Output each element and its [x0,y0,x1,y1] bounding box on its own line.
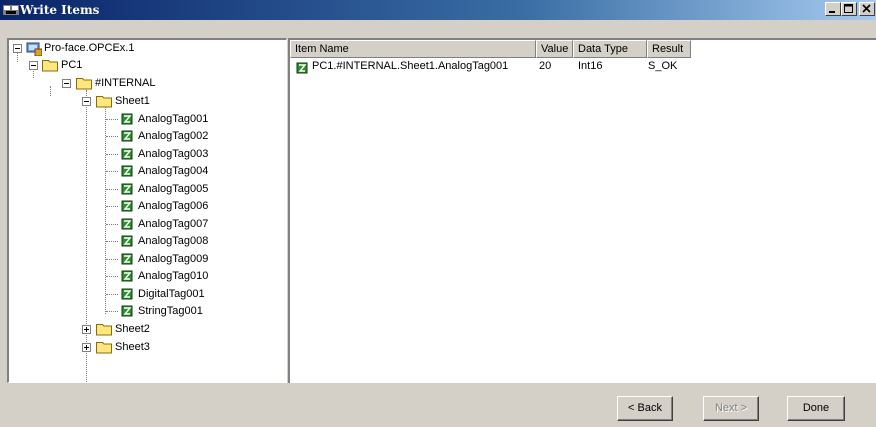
next-button[interactable]: Next > [703,396,759,421]
minimize-button[interactable] [825,2,841,16]
folder-open-icon [42,60,58,72]
cell-item-name: PC1.#INTERNAL.Sheet1.AnalogTag001 [312,60,509,72]
collapse-toggle[interactable] [13,44,22,53]
tag-icon [121,235,133,247]
maximize-icon [844,4,853,13]
items-list[interactable]: Item Name Value Data Type Result PC1.#IN… [288,38,876,383]
tree-sheet2-label: Sheet2 [115,323,150,335]
cell-data-type: Int16 [578,60,603,72]
tree-tag-item[interactable]: StringTag001 [9,303,286,320]
folder-icon [96,342,112,354]
tree-tag-label: AnalogTag005 [138,183,209,195]
tree-tag-label: AnalogTag002 [138,130,209,142]
tag-icon [121,165,133,177]
back-button[interactable]: < Back [617,396,673,421]
tree-sheet3-label: Sheet3 [115,341,150,353]
tree-node-root[interactable]: Pro-face.OPCEx.1 [9,40,286,57]
tree-tag-label: AnalogTag006 [138,200,209,212]
folder-open-icon [76,78,92,90]
cell-value: 20 [539,60,552,72]
opc-write-icon [3,5,19,15]
tree-node-sheet3[interactable]: Sheet3 [9,339,286,356]
tree-tag-label: AnalogTag008 [138,235,209,247]
close-button[interactable] [859,2,875,16]
tree-tag-item[interactable]: AnalogTag003 [9,146,286,163]
tree-node-pc1[interactable]: PC1 [9,57,286,74]
tree-tag-item[interactable]: AnalogTag005 [9,181,286,198]
tag-icon [121,288,133,300]
close-icon [862,4,871,13]
tree-tag-item[interactable]: DigitalTag001 [9,286,286,303]
collapse-toggle[interactable] [62,79,71,88]
cell-result: S_OK [648,60,678,72]
tree-tag-label: AnalogTag004 [138,165,209,177]
tree-sheet1-label: Sheet1 [115,95,150,107]
done-button[interactable]: Done [787,396,845,421]
tree-tag-label: DigitalTag001 [138,288,205,300]
title-bar[interactable]: Write Items [0,0,876,20]
write-items-window: Write Items Pro-face.OPCEx.1 PC1 #INTERN… [0,0,876,427]
tag-icon [296,62,308,74]
tree-pc1-label: PC1 [61,59,83,71]
tree-node-sheet2[interactable]: Sheet2 [9,321,286,338]
tree-tag-item[interactable]: AnalogTag006 [9,198,286,215]
tree-tag-label: StringTag001 [138,305,203,317]
tag-icon [121,270,133,282]
tag-icon [121,183,133,195]
tree-root-label: Pro-face.OPCEx.1 [44,42,135,54]
folder-icon [96,324,112,336]
window-title: Write Items [20,3,100,17]
maximize-button[interactable] [841,2,857,16]
collapse-toggle[interactable] [29,61,38,70]
tree-internal-label: #INTERNAL [95,77,156,89]
minimize-icon [829,11,835,13]
tree-node-sheet1[interactable]: Sheet1 [9,93,286,110]
tree-tag-item[interactable]: AnalogTag010 [9,268,286,285]
tree-tag-item[interactable]: AnalogTag007 [9,216,286,233]
tree-tag-item[interactable]: AnalogTag008 [9,233,286,250]
tag-icon [121,218,133,230]
tree-tag-label: AnalogTag001 [138,113,209,125]
tree-tag-label: AnalogTag007 [138,218,209,230]
tag-icon [121,113,133,125]
tree-node-internal[interactable]: #INTERNAL [9,75,286,92]
tree-tag-item[interactable]: AnalogTag002 [9,128,286,145]
tree-tag-label: AnalogTag009 [138,253,209,265]
expand-toggle[interactable] [82,343,91,352]
tag-icon [121,305,133,317]
tag-icon [121,148,133,160]
tree-tag-item[interactable]: AnalogTag004 [9,163,286,180]
tree-tag-label: AnalogTag003 [138,148,209,160]
item-tree[interactable]: Pro-face.OPCEx.1 PC1 #INTERNAL Sheet1 An… [7,38,287,383]
tree-tag-item[interactable]: AnalogTag001 [9,111,286,128]
tag-icon [121,253,133,265]
tree-tag-item[interactable]: AnalogTag009 [9,251,286,268]
folder-open-icon [96,96,112,108]
tag-icon [121,200,133,212]
opc-server-icon [26,42,42,56]
table-row[interactable]: PC1.#INTERNAL.Sheet1.AnalogTag001 20 Int… [290,40,876,80]
collapse-toggle[interactable] [82,97,91,106]
tree-tag-label: AnalogTag010 [138,270,209,282]
expand-toggle[interactable] [82,325,91,334]
tag-icon [121,130,133,142]
